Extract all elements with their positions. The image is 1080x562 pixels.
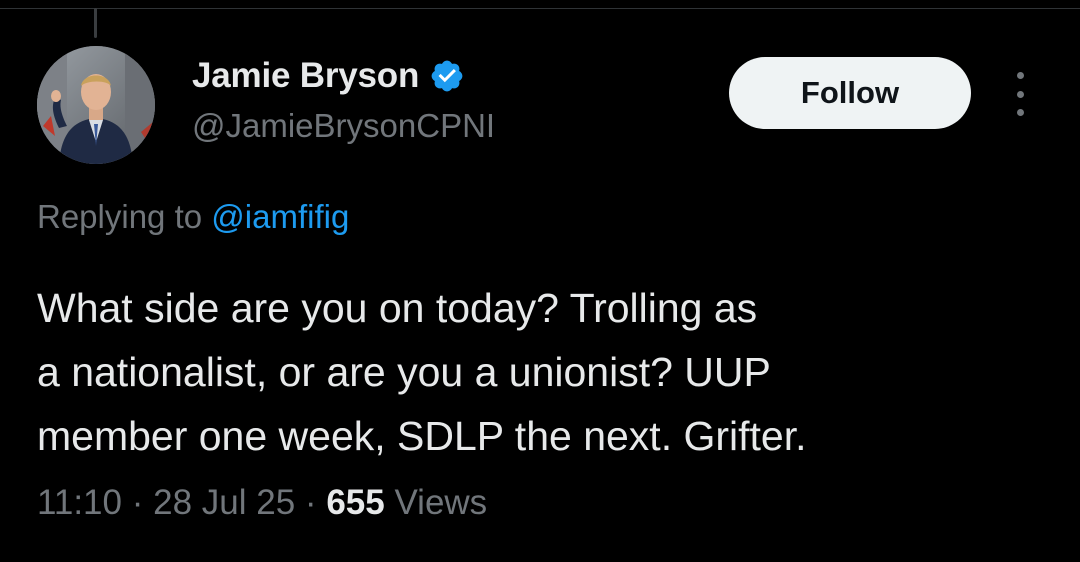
avatar-photo xyxy=(37,46,155,164)
meta-separator: · xyxy=(304,483,317,522)
views-count[interactable]: 655 xyxy=(326,483,384,522)
more-dot xyxy=(1016,90,1024,98)
views-label[interactable]: Views xyxy=(394,483,487,522)
top-divider xyxy=(0,8,1080,9)
more-dot xyxy=(1016,109,1024,116)
author-handle[interactable]: @JamieBrysonCPNI xyxy=(192,107,495,145)
follow-button[interactable]: Follow xyxy=(729,57,971,129)
thread-connector-line xyxy=(94,8,97,38)
replying-to-line: Replying to @iamfifig xyxy=(37,198,349,236)
tweet-metadata: 11:10 · 28 Jul 25 · 655 Views xyxy=(37,483,487,523)
tweet-text-line: a nationalist, or are you a unionist? UU… xyxy=(37,349,771,395)
replying-to-label: Replying to xyxy=(37,198,203,235)
author-name-row[interactable]: Jamie Bryson xyxy=(192,56,465,96)
tweet-date[interactable]: 28 Jul 25 xyxy=(153,483,295,522)
tweet-time[interactable]: 11:10 xyxy=(37,483,122,522)
tweet-text: What side are you on today? Trolling as … xyxy=(37,276,997,468)
meta-separator: · xyxy=(131,483,144,522)
more-options-icon[interactable] xyxy=(1008,72,1032,116)
avatar[interactable] xyxy=(37,46,155,164)
author-display-name[interactable]: Jamie Bryson xyxy=(192,56,419,96)
more-dot xyxy=(1016,72,1024,79)
verified-badge-icon xyxy=(429,58,465,94)
tweet-text-line: member one week, SDLP the next. Grifter. xyxy=(37,413,807,459)
replying-to-mention-link[interactable]: @iamfifig xyxy=(211,198,349,235)
tweet-text-line: What side are you on today? Trolling as xyxy=(37,285,758,331)
